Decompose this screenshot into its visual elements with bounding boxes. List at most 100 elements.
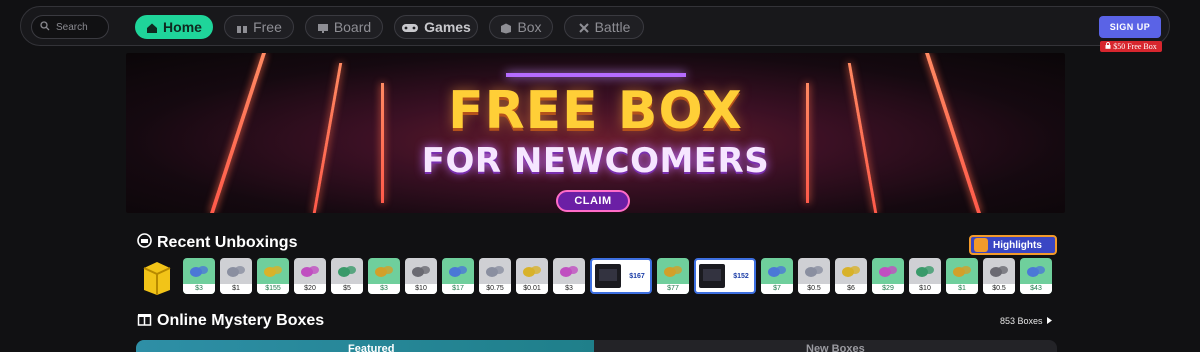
unboxing-item[interactable]: $1 [946, 258, 978, 294]
tab-box[interactable]: Box [489, 15, 553, 39]
tab-new-boxes-label[interactable]: New Boxes [806, 343, 865, 352]
item-price: $3 [553, 284, 585, 294]
item-thumbnail [1025, 263, 1047, 279]
item-thumbnail [698, 263, 726, 289]
tab-games[interactable]: Games [394, 15, 478, 39]
free-box-badge[interactable]: $50 Free Box [1100, 41, 1162, 52]
boxes-count: 853 Boxes [1000, 316, 1043, 326]
tab-box-label: Box [517, 19, 542, 35]
item-thumbnail [299, 263, 321, 279]
item-price: $0.01 [516, 284, 548, 294]
unboxing-item[interactable]: $0.75 [479, 258, 511, 294]
tab-home-label: Home [163, 19, 202, 35]
unboxing-item[interactable]: $7 [761, 258, 793, 294]
unboxing-item[interactable]: $43 [1020, 258, 1052, 294]
search-placeholder: Search [56, 21, 88, 33]
claim-button[interactable]: CLAIM [556, 190, 630, 212]
unboxing-item[interactable]: $17 [442, 258, 474, 294]
item-price: $0.75 [479, 284, 511, 294]
unboxing-item[interactable]: $10 [909, 258, 941, 294]
item-thumbnail [840, 263, 862, 279]
tab-board[interactable]: Board [305, 15, 383, 39]
item-price: $6 [835, 284, 867, 294]
item-price: $7 [761, 284, 793, 294]
item-price: $1 [946, 284, 978, 294]
item-thumbnail [262, 263, 284, 279]
box-category-tabs: Featured New Boxes [136, 340, 1057, 352]
box-icon [500, 21, 512, 34]
unboxing-item[interactable]: $77 [657, 258, 689, 294]
tab-board-label: Board [333, 19, 372, 35]
item-thumbnail [521, 263, 543, 279]
unboxing-item[interactable]: $0.01 [516, 258, 548, 294]
unboxing-item[interactable]: $0.5 [983, 258, 1015, 294]
item-price: $3 [183, 284, 215, 294]
recent-unboxings-strip: $3 $1 $155 $20 $5 $3 $10 $17 $0.75 $0.01 $3 $167 $77… [136, 258, 1056, 296]
item-price: $3 [368, 284, 400, 294]
item-price: $5 [331, 284, 363, 294]
treasure-icon [137, 233, 152, 253]
item-thumbnail [373, 263, 395, 279]
unboxing-item[interactable]: $0.5 [798, 258, 830, 294]
top-navbar: Search Home Free Board Games Box Battle … [20, 6, 1170, 46]
item-thumbnail [766, 263, 788, 279]
tab-battle-label: Battle [594, 19, 631, 35]
item-price: $155 [257, 284, 289, 294]
item-thumbnail [951, 263, 973, 279]
highlights-button[interactable]: Highlights [969, 235, 1057, 255]
gift-box-icon [137, 311, 152, 331]
item-price: $0.5 [798, 284, 830, 294]
tab-free-label: Free [253, 19, 282, 35]
item-price: $10 [405, 284, 437, 294]
gold-box-icon [136, 258, 178, 296]
item-price: $167 [629, 273, 645, 280]
tab-free[interactable]: Free [224, 15, 294, 39]
item-thumbnail [336, 263, 358, 279]
item-thumbnail [410, 263, 432, 279]
search-icon [40, 18, 50, 36]
banner-subheadline: FOR NEWCOMERS [421, 141, 770, 181]
item-thumbnail [988, 263, 1010, 279]
banner-headline: FREE BOX [448, 81, 743, 141]
highlights-label: Highlights [993, 239, 1042, 251]
item-price: $43 [1020, 284, 1052, 294]
unboxing-item[interactable]: $152 [694, 258, 756, 294]
item-thumbnail [484, 263, 506, 279]
neon-top-light [506, 73, 686, 77]
tab-battle[interactable]: Battle [564, 15, 644, 39]
unboxing-item[interactable]: $3 [183, 258, 215, 294]
boxes-count-link[interactable]: 853 Boxes [1000, 316, 1052, 326]
unboxing-item[interactable]: $167 [590, 258, 652, 294]
unboxing-item[interactable]: $5 [331, 258, 363, 294]
unboxing-item[interactable]: $1 [220, 258, 252, 294]
search-input[interactable]: Search [31, 15, 109, 39]
unboxing-item[interactable]: $3 [553, 258, 585, 294]
unboxing-item[interactable]: $29 [872, 258, 904, 294]
item-thumbnail [447, 263, 469, 279]
unboxing-item[interactable]: $10 [405, 258, 437, 294]
item-price: $0.5 [983, 284, 1015, 294]
item-thumbnail [662, 263, 684, 279]
item-price: $20 [294, 284, 326, 294]
tab-home[interactable]: Home [135, 15, 213, 39]
tab-featured-label: Featured [348, 343, 395, 352]
item-price: $1 [220, 284, 252, 294]
unboxing-item[interactable]: $20 [294, 258, 326, 294]
item-price: $10 [909, 284, 941, 294]
item-thumbnail [594, 263, 622, 289]
recent-unboxings-title: Recent Unboxings [157, 234, 298, 251]
item-thumbnail [558, 263, 580, 279]
promo-banner[interactable]: FREE BOX FOR NEWCOMERS CLAIM [126, 53, 1065, 213]
mystery-boxes-title: Online Mystery Boxes [157, 312, 325, 329]
board-icon [317, 21, 329, 33]
signup-button[interactable]: SIGN UP [1099, 16, 1161, 38]
recent-unboxings-header: Recent Unboxings [137, 233, 297, 253]
unboxing-item[interactable]: $3 [368, 258, 400, 294]
item-price: $29 [872, 284, 904, 294]
unboxing-item[interactable]: $155 [257, 258, 289, 294]
item-thumbnail [188, 263, 210, 279]
item-price: $17 [442, 284, 474, 294]
unboxing-item[interactable]: $6 [835, 258, 867, 294]
chevron-right-icon [1046, 316, 1052, 326]
highlights-icon [974, 238, 988, 252]
